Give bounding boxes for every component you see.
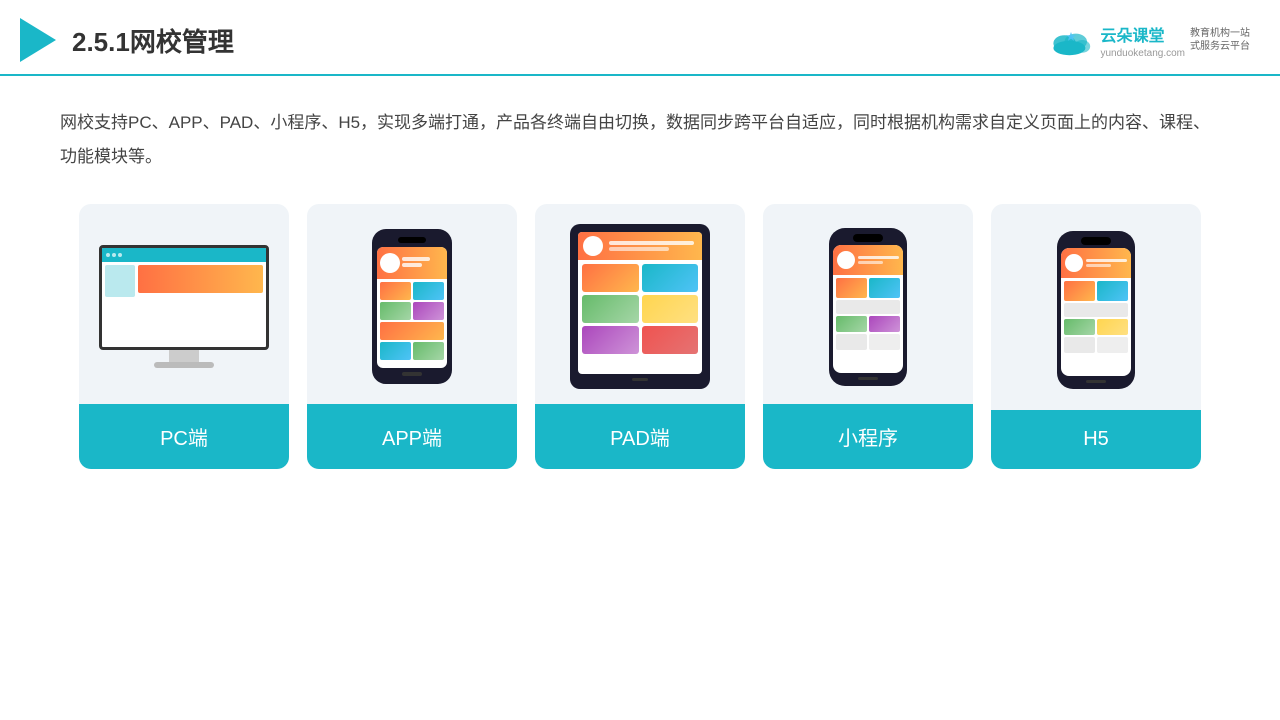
card-pad-label: PAD端 [535,404,745,469]
card-miniprogram-image [763,204,973,404]
main-content: 网校支持PC、APP、PAD、小程序、H5，实现多端打通，产品各终端自由切换，数… [0,76,1280,489]
logo-area: 云朵课堂 yunduoketang.com 教育机构一站 式服务云平台 [1047,22,1250,59]
header-left: 2.5.1网校管理 [20,18,234,62]
card-h5-image [991,204,1201,410]
card-miniprogram: 小程序 [763,204,973,469]
cards-container: PC端 [60,204,1220,469]
description-text: 网校支持PC、APP、PAD、小程序、H5，实现多端打通，产品各终端自由切换，数… [60,106,1220,174]
logo-tagline: 教育机构一站 式服务云平台 [1190,27,1250,53]
iphone-mock-h5 [1057,231,1135,389]
card-pad-image [535,204,745,404]
card-pad: PAD端 [535,204,745,469]
cloud-icon [1047,24,1095,56]
page-title: 2.5.1网校管理 [72,22,234,59]
logo-wrapper: 云朵课堂 yunduoketang.com 教育机构一站 式服务云平台 [1047,22,1250,59]
phone-mock-app [372,229,452,384]
iphone-mock-mini [829,228,907,386]
card-app: APP端 [307,204,517,469]
card-miniprogram-label: 小程序 [763,404,973,469]
header: 2.5.1网校管理 云朵课堂 yunduoketang.com 教育机构一站 式… [0,0,1280,76]
logo-url: yunduoketang.com [1100,48,1185,59]
logo-right-text: 云朵课堂 yunduoketang.com [1100,22,1185,59]
card-app-label: APP端 [307,404,517,469]
card-h5-label: H5 [991,410,1201,469]
logo-name-cn: 云朵课堂 [1100,22,1185,46]
tablet-mock [570,224,710,389]
play-icon [20,18,56,62]
card-h5: H5 [991,204,1201,469]
card-app-image [307,204,517,404]
card-pc-image [79,204,289,404]
monitor-screen [99,245,269,350]
card-pc-label: PC端 [79,404,289,469]
pc-monitor [99,245,269,368]
card-pc: PC端 [79,204,289,469]
